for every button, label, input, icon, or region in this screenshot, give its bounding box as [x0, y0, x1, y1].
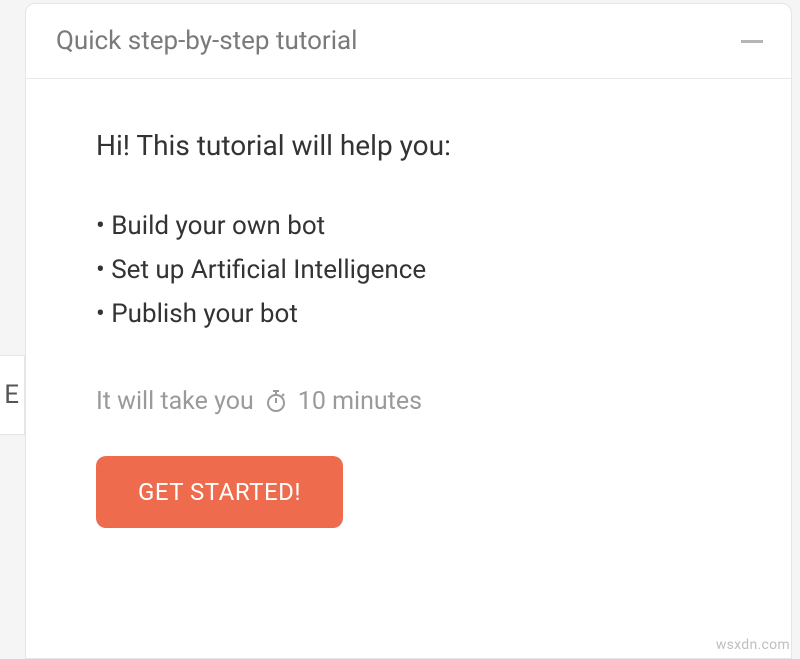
time-row: It will take you 10 minutes [96, 387, 731, 416]
watermark: wsxdn.com [716, 637, 790, 653]
intro-text: Hi! This tutorial will help you: [96, 129, 731, 162]
panel-body: Hi! This tutorial will help you: Build y… [26, 79, 791, 568]
list-item: Publish your bot [96, 292, 731, 336]
bullet-list: Build your own bot Set up Artificial Int… [96, 204, 731, 337]
panel-header: Quick step-by-step tutorial [26, 4, 791, 79]
tutorial-panel: Quick step-by-step tutorial Hi! This tut… [25, 3, 792, 659]
minimize-icon[interactable] [741, 40, 763, 43]
time-prefix: It will take you [96, 387, 254, 416]
side-fragment: E [0, 355, 25, 435]
panel-title: Quick step-by-step tutorial [56, 26, 358, 56]
list-item: Build your own bot [96, 204, 731, 248]
get-started-button[interactable]: GET STARTED! [96, 456, 343, 528]
time-value: 10 minutes [298, 387, 422, 416]
stopwatch-icon [264, 389, 288, 413]
side-fragment-text: E [4, 380, 19, 410]
list-item: Set up Artificial Intelligence [96, 248, 731, 292]
